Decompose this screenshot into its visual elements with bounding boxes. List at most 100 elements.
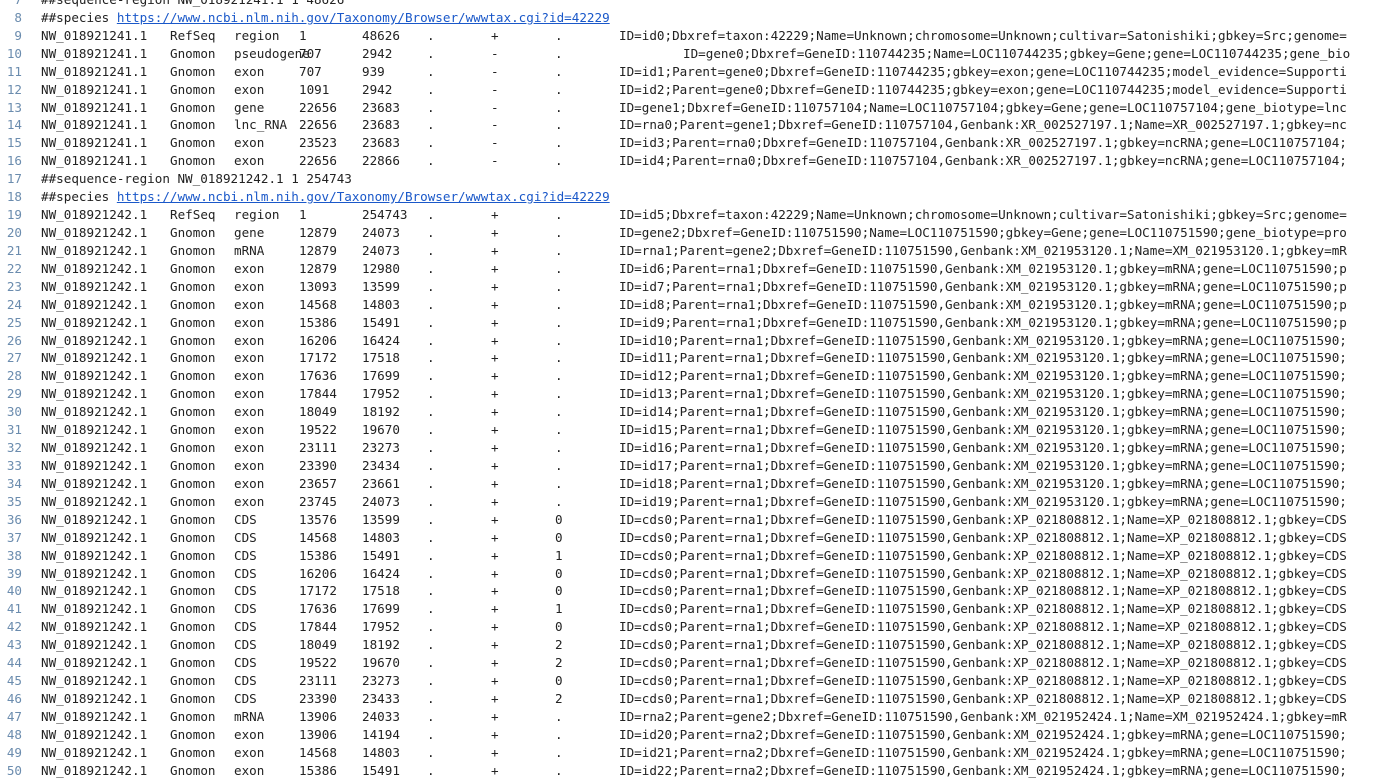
editor-line[interactable]: 27 NW_018921242.1 Gnomon exon 17172 17518. +. I… [0,349,1385,367]
editor-line[interactable]: 20 NW_018921242.1 Gnomon gene 12879 24073. +. I… [0,224,1385,242]
source-cell: Gnomon [170,278,216,294]
editor-line[interactable]: 10 NW_018921241.1 Gnomon pseudogene 707 2942.… [0,45,1385,63]
editor-line[interactable]: 29 NW_018921242.1 Gnomon exon 17844 17952. +. I… [0,385,1385,403]
strand-cell: + [491,350,499,366]
line-number: 17 [6,171,22,187]
end-cell: 24073 [362,493,400,509]
source-cell: Gnomon [170,655,216,671]
editor-line[interactable]: 13 NW_018921241.1 Gnomon gene 22656 23683. -. I… [0,99,1385,117]
score-cell: . [427,511,435,527]
end-cell: 23683 [362,99,400,115]
sequence-region-directive: ##sequence-region NW_018921242.1 1 25474… [41,171,352,187]
score-cell: . [427,404,435,420]
editor-line[interactable]: 31 NW_018921242.1 Gnomon exon 19522 19670. +. I… [0,421,1385,439]
editor-line[interactable]: 39 NW_018921242.1 Gnomon CDS 16206 16424. +0 ID… [0,565,1385,583]
editor-line[interactable]: 40 NW_018921242.1 Gnomon CDS 17172 17518. +0 ID… [0,582,1385,600]
editor-line[interactable]: 19 NW_018921242.1 RefSeq region 1 254743. +. ID… [0,206,1385,224]
text-editor[interactable]: 7 ##sequence-region NW_018921241.1 1 4862… [0,0,1385,780]
type-cell: CDS [234,583,257,599]
editor-line[interactable]: 22 NW_018921242.1 Gnomon exon 12879 12980. +. I… [0,260,1385,278]
seqid-cell: NW_018921242.1 [41,242,148,258]
editor-line[interactable]: 28 NW_018921242.1 Gnomon exon 17636 17699. +. I… [0,367,1385,385]
strand-cell: + [491,457,499,473]
type-cell: CDS [234,673,257,689]
type-cell: exon [234,153,265,169]
source-cell: RefSeq [170,27,216,43]
seqid-cell: NW_018921242.1 [41,637,148,653]
editor-line[interactable]: 16 NW_018921241.1 Gnomon exon 22656 22866. -. I… [0,152,1385,170]
editor-line[interactable]: 43 NW_018921242.1 Gnomon CDS 18049 18192. +2 ID… [0,636,1385,654]
editor-line[interactable]: 38 NW_018921242.1 Gnomon CDS 15386 15491. +1 ID… [0,547,1385,565]
editor-line[interactable]: 47 NW_018921242.1 Gnomon mRNA 13906 24033. +. I… [0,708,1385,726]
type-cell: exon [234,278,265,294]
editor-line[interactable]: 34 NW_018921242.1 Gnomon exon 23657 23661. +. I… [0,475,1385,493]
phase-cell: . [555,744,563,760]
editor-line[interactable]: 41 NW_018921242.1 Gnomon CDS 17636 17699. +1 ID… [0,600,1385,618]
editor-line[interactable]: 11 NW_018921241.1 Gnomon exon 707 939. -. ID=id… [0,63,1385,81]
source-cell: Gnomon [170,690,216,706]
editor-line[interactable]: 17 ##sequence-region NW_018921242.1 1 254… [0,170,1385,188]
editor-line[interactable]: 37 NW_018921242.1 Gnomon CDS 14568 14803. +0 ID… [0,529,1385,547]
editor-line[interactable]: 9 NW_018921241.1 RefSeq region 1 48626. +. ID=i… [0,27,1385,45]
editor-line[interactable]: 50 NW_018921242.1 Gnomon exon 15386 15491. +. I… [0,762,1385,780]
phase-cell: 2 [555,655,563,671]
type-cell: CDS [234,601,257,617]
taxonomy-link[interactable]: https://www.ncbi.nlm.nih.gov/Taxonomy/Br… [117,189,610,204]
seqid-cell: NW_018921241.1 [41,99,148,115]
editor-line[interactable]: 8 ##species https://www.ncbi.nlm.nih.gov/… [0,9,1385,27]
source-cell: Gnomon [170,314,216,330]
editor-line[interactable]: 15 NW_018921241.1 Gnomon exon 23523 23683. -. I… [0,134,1385,152]
editor-line[interactable]: 24 NW_018921242.1 Gnomon exon 14568 14803. +. I… [0,296,1385,314]
editor-line[interactable]: 14 NW_018921241.1 Gnomon lnc_RNA 22656 23683.… [0,116,1385,134]
editor-line[interactable]: 45 NW_018921242.1 Gnomon CDS 23111 23273. +0 ID… [0,672,1385,690]
strand-cell: + [491,242,499,258]
strand-cell: - [491,63,499,79]
editor-line[interactable]: 44 NW_018921242.1 Gnomon CDS 19522 19670. +2 ID… [0,654,1385,672]
editor-line[interactable]: 49 NW_018921242.1 Gnomon exon 14568 14803. +. I… [0,744,1385,762]
start-cell: 23745 [299,493,337,509]
attributes-cell: ID=id22;Parent=rna2;Dbxref=GeneID:110751… [619,762,1347,778]
strand-cell: + [491,655,499,671]
end-cell: 19670 [362,655,400,671]
type-cell: exon [234,457,265,473]
editor-line[interactable]: 35 NW_018921242.1 Gnomon exon 23745 24073. +. I… [0,493,1385,511]
editor-line[interactable]: 23 NW_018921242.1 Gnomon exon 13093 13599. +. I… [0,278,1385,296]
start-cell: 12879 [299,224,337,240]
editor-line[interactable]: 7 ##sequence-region NW_018921241.1 1 4862… [0,0,1385,9]
type-cell: CDS [234,637,257,653]
start-cell: 18049 [299,404,337,420]
end-cell: 23433 [362,690,400,706]
score-cell: . [427,27,435,43]
phase-cell: . [555,475,563,491]
editor-line[interactable]: 48 NW_018921242.1 Gnomon exon 13906 14194. +. I… [0,726,1385,744]
editor-line[interactable]: 25 NW_018921242.1 Gnomon exon 15386 15491. +. I… [0,314,1385,332]
start-cell: 15386 [299,762,337,778]
score-cell: . [427,63,435,79]
editor-line[interactable]: 12 NW_018921241.1 Gnomon exon 1091 2942. -. ID=… [0,81,1385,99]
score-cell: . [427,207,435,223]
editor-line[interactable]: 46 NW_018921242.1 Gnomon CDS 23390 23433. +2 ID… [0,690,1385,708]
seqid-cell: NW_018921242.1 [41,475,148,491]
editor-line[interactable]: 26 NW_018921242.1 Gnomon exon 16206 16424. +. I… [0,332,1385,350]
end-cell: 17518 [362,583,400,599]
attributes-cell: ID=cds0;Parent=rna1;Dbxref=GeneID:110751… [619,601,1347,617]
end-cell: 14803 [362,529,400,545]
attributes-cell: ID=cds0;Parent=rna1;Dbxref=GeneID:110751… [619,690,1347,706]
attributes-cell: ID=id19;Parent=rna1;Dbxref=GeneID:110751… [619,493,1347,509]
editor-line[interactable]: 42 NW_018921242.1 Gnomon CDS 17844 17952. +0 ID… [0,618,1385,636]
end-cell: 15491 [362,547,400,563]
editor-line[interactable]: 36 NW_018921242.1 Gnomon CDS 13576 13599. +0 ID… [0,511,1385,529]
editor-line[interactable]: 32 NW_018921242.1 Gnomon exon 23111 23273. +. I… [0,439,1385,457]
score-cell: . [427,296,435,312]
score-cell: . [427,242,435,258]
attributes-cell: ID=id14;Parent=rna1;Dbxref=GeneID:110751… [619,404,1347,420]
editor-line[interactable]: 21 NW_018921242.1 Gnomon mRNA 12879 24073. +. I… [0,242,1385,260]
editor-line[interactable]: 18 ##species https://www.ncbi.nlm.nih.gov… [0,188,1385,206]
editor-line[interactable]: 33 NW_018921242.1 Gnomon exon 23390 23434. +. I… [0,457,1385,475]
type-cell: CDS [234,511,257,527]
start-cell: 17636 [299,368,337,384]
start-cell: 13576 [299,511,337,527]
editor-line[interactable]: 30 NW_018921242.1 Gnomon exon 18049 18192. +. I… [0,403,1385,421]
taxonomy-link[interactable]: https://www.ncbi.nlm.nih.gov/Taxonomy/Br… [117,10,610,25]
end-cell: 23683 [362,117,400,133]
